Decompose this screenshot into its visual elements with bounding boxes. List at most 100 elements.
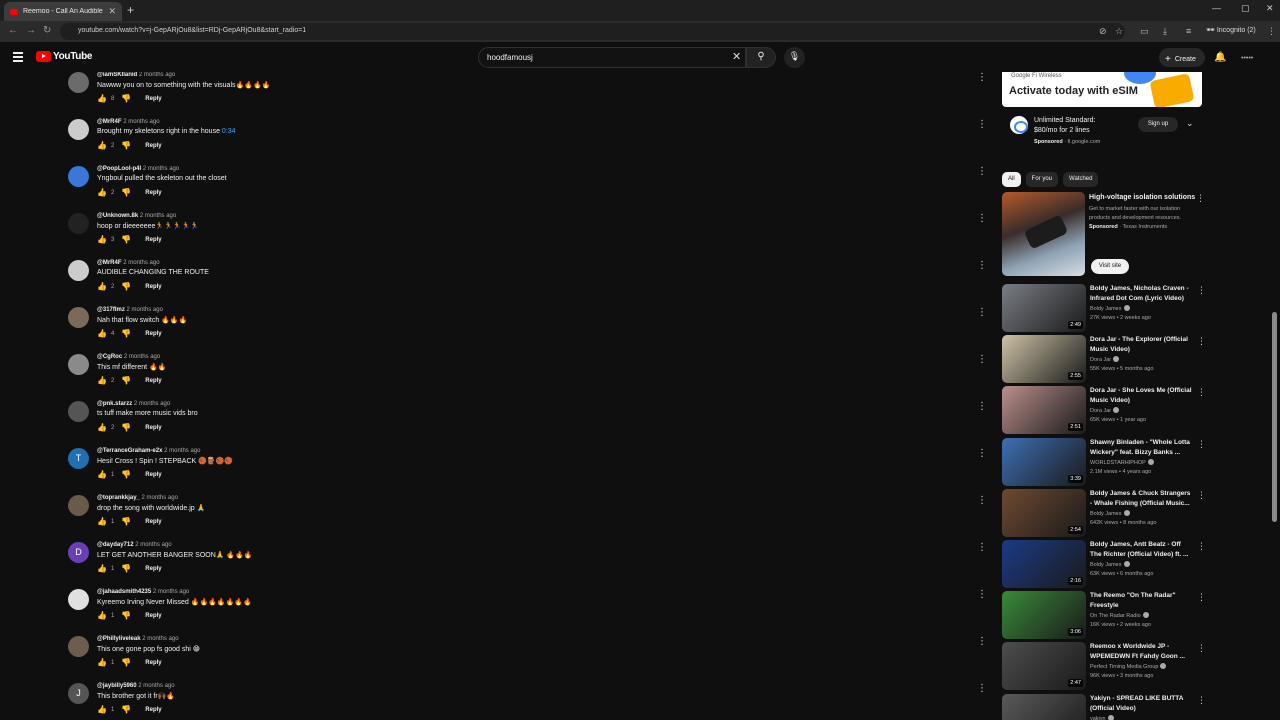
video-title[interactable]: Boldy James, Nicholas Craven - Infrared …: [1090, 284, 1194, 304]
like-icon[interactable]: 👍: [97, 329, 107, 338]
incognito-badge[interactable]: 🕶 Incognito (2): [1206, 26, 1256, 34]
video-thumbnail[interactable]: 2:54: [1002, 488, 1086, 537]
new-tab-icon[interactable]: +: [127, 3, 134, 17]
browser-menu-icon[interactable]: ⋮: [1267, 26, 1276, 37]
comment-author[interactable]: @317flmz: [97, 307, 125, 313]
like-icon[interactable]: 👍: [97, 423, 107, 432]
comment-time[interactable]: 2 months ago: [123, 119, 159, 125]
comment-time[interactable]: 2 months ago: [142, 636, 178, 642]
comment-author[interactable]: @Unknown.8k: [97, 213, 138, 219]
comment-time[interactable]: 2 months ago: [124, 354, 160, 360]
recommended-video[interactable]: 2:54 Boldy James & Chuck Strangers - Whal…: [1002, 488, 1207, 537]
avatar[interactable]: [68, 495, 89, 516]
avatar[interactable]: [68, 119, 89, 140]
more-vert-icon[interactable]: ⋮: [977, 542, 987, 553]
avatar[interactable]: [68, 307, 89, 328]
forward-icon[interactable]: →: [26, 25, 36, 36]
more-vert-icon[interactable]: ⋮: [977, 119, 987, 130]
video-thumbnail[interactable]: 2:47: [1002, 642, 1086, 691]
recommended-video[interactable]: 2:16 Boldy James, Antt Beatz - Off The Ri…: [1002, 540, 1207, 588]
dislike-icon[interactable]: 👎: [121, 94, 131, 103]
like-icon[interactable]: 👍: [97, 611, 107, 620]
create-button[interactable]: + Create: [1159, 48, 1205, 67]
reload-icon[interactable]: ↻: [43, 25, 51, 36]
comment-author[interactable]: @MrR4F: [97, 119, 122, 125]
like-icon[interactable]: 👍: [97, 564, 107, 573]
video-channel[interactable]: Dora Jar: [1090, 356, 1120, 363]
visit-site-button[interactable]: Visit site: [1091, 259, 1129, 274]
reply-button[interactable]: Reply: [145, 707, 161, 713]
reply-button[interactable]: Reply: [145, 519, 161, 525]
video-title[interactable]: Reemoo x Worldwide JP - WPEMEDWN Ft Fahd…: [1090, 642, 1194, 662]
sponsored-thumbnail[interactable]: [1002, 192, 1085, 276]
more-vert-icon[interactable]: ⋮: [977, 683, 987, 694]
sponsored-title[interactable]: High-voltage isolation solutions: [1089, 194, 1195, 201]
video-title[interactable]: Dora Jar - She Loves Me (Official Music …: [1090, 386, 1194, 406]
dislike-icon[interactable]: 👎: [121, 141, 131, 150]
comment-author[interactable]: @jaybilly5960: [97, 683, 137, 689]
reply-button[interactable]: Reply: [145, 566, 161, 572]
like-icon[interactable]: 👍: [97, 188, 107, 197]
avatar[interactable]: [68, 166, 89, 187]
more-vert-icon[interactable]: ⋮: [977, 260, 987, 271]
youtube-logo[interactable]: YouTube: [36, 51, 93, 62]
comment-timestamp-link[interactable]: 0:34: [222, 128, 236, 135]
comment-author[interactable]: @Phillyliveleak: [97, 636, 141, 642]
maximize-icon[interactable]: ▢: [1241, 3, 1250, 14]
comment-author[interactable]: @jahaadsmith4235: [97, 589, 151, 595]
more-vert-icon[interactable]: ⋮: [1197, 336, 1206, 347]
browser-tab-active[interactable]: Reemoo - Call An Audible (Offi ✕: [4, 2, 122, 21]
reply-button[interactable]: Reply: [145, 331, 161, 337]
video-channel[interactable]: Boldy James: [1090, 509, 1130, 517]
more-vert-icon[interactable]: ⋮: [977, 495, 987, 506]
minimize-icon[interactable]: —: [1212, 3, 1221, 13]
video-title[interactable]: Yakiyn - SPREAD LIKE BUTTA (Official Vid…: [1090, 694, 1194, 714]
reply-button[interactable]: Reply: [145, 96, 161, 102]
video-title[interactable]: Shawny Binladen - "Whole Lotta Wickery" …: [1090, 438, 1194, 458]
chevron-down-icon[interactable]: ⌄: [1186, 118, 1194, 129]
menu-icon[interactable]: [13, 52, 23, 64]
avatar[interactable]: [68, 260, 89, 281]
more-vert-icon[interactable]: ⋮: [977, 166, 987, 177]
bookmark-star-icon[interactable]: ☆: [1115, 26, 1123, 37]
search-input[interactable]: hoodfamousj: [478, 47, 746, 68]
recommended-video[interactable]: 2:49 Boldy James, Nicholas Craven - Infra…: [1002, 284, 1207, 332]
comment-time[interactable]: 2 months ago: [142, 495, 178, 501]
reply-button[interactable]: Reply: [145, 613, 161, 619]
more-vert-icon[interactable]: ⋮: [1196, 193, 1205, 204]
more-vert-icon[interactable]: ⋮: [977, 448, 987, 459]
like-icon[interactable]: 👍: [97, 141, 107, 150]
video-channel[interactable]: yakiyn: [1090, 714, 1114, 720]
comment-time[interactable]: 2 months ago: [140, 213, 176, 219]
reply-button[interactable]: Reply: [145, 143, 161, 149]
comment-time[interactable]: 2 months ago: [138, 683, 174, 689]
video-title[interactable]: Boldy James & Chuck Strangers - Whale Fi…: [1090, 489, 1194, 509]
reply-button[interactable]: Reply: [145, 425, 161, 431]
video-thumbnail[interactable]: 3:06: [1002, 591, 1086, 640]
search-button[interactable]: ⚲: [746, 47, 776, 68]
video-thumbnail[interactable]: 2:55: [1002, 335, 1086, 384]
recommended-video[interactable]: 2:55 Dora Jar - The Explorer (Official Mu…: [1002, 335, 1207, 384]
more-vert-icon[interactable]: ⋮: [977, 401, 987, 412]
eye-off-icon[interactable]: ⊘: [1099, 26, 1107, 37]
more-vert-icon[interactable]: ⋮: [1197, 695, 1206, 706]
comment-time[interactable]: 2 months ago: [135, 542, 171, 548]
video-thumbnail[interactable]: 2:51: [1002, 386, 1086, 435]
more-vert-icon[interactable]: ⋮: [1197, 490, 1206, 501]
avatar[interactable]: J: [68, 683, 89, 704]
chip-watched[interactable]: Watched: [1063, 172, 1099, 187]
video-thumbnail[interactable]: 2:16: [1002, 540, 1086, 588]
voice-search-button[interactable]: 🎙: [784, 47, 805, 68]
back-icon[interactable]: ←: [8, 25, 18, 36]
like-icon[interactable]: 👍: [97, 658, 107, 667]
avatar[interactable]: [68, 401, 89, 422]
video-channel[interactable]: Boldy James: [1090, 561, 1130, 568]
tab-close-icon[interactable]: ✕: [108, 6, 116, 17]
ad-card[interactable]: Unlimited Standard: $80/mo for 2 lines S…: [1002, 108, 1202, 153]
video-channel[interactable]: Dora Jar: [1090, 407, 1120, 414]
recommended-video[interactable]: 3:06 The Reemo "On The Radar" Freestyle On…: [1002, 591, 1207, 640]
video-thumbnail[interactable]: 2:49: [1002, 284, 1086, 332]
video-title[interactable]: The Reemo "On The Radar" Freestyle: [1090, 591, 1194, 611]
dislike-icon[interactable]: 👎: [121, 188, 131, 197]
more-vert-icon[interactable]: ⋮: [977, 213, 987, 224]
